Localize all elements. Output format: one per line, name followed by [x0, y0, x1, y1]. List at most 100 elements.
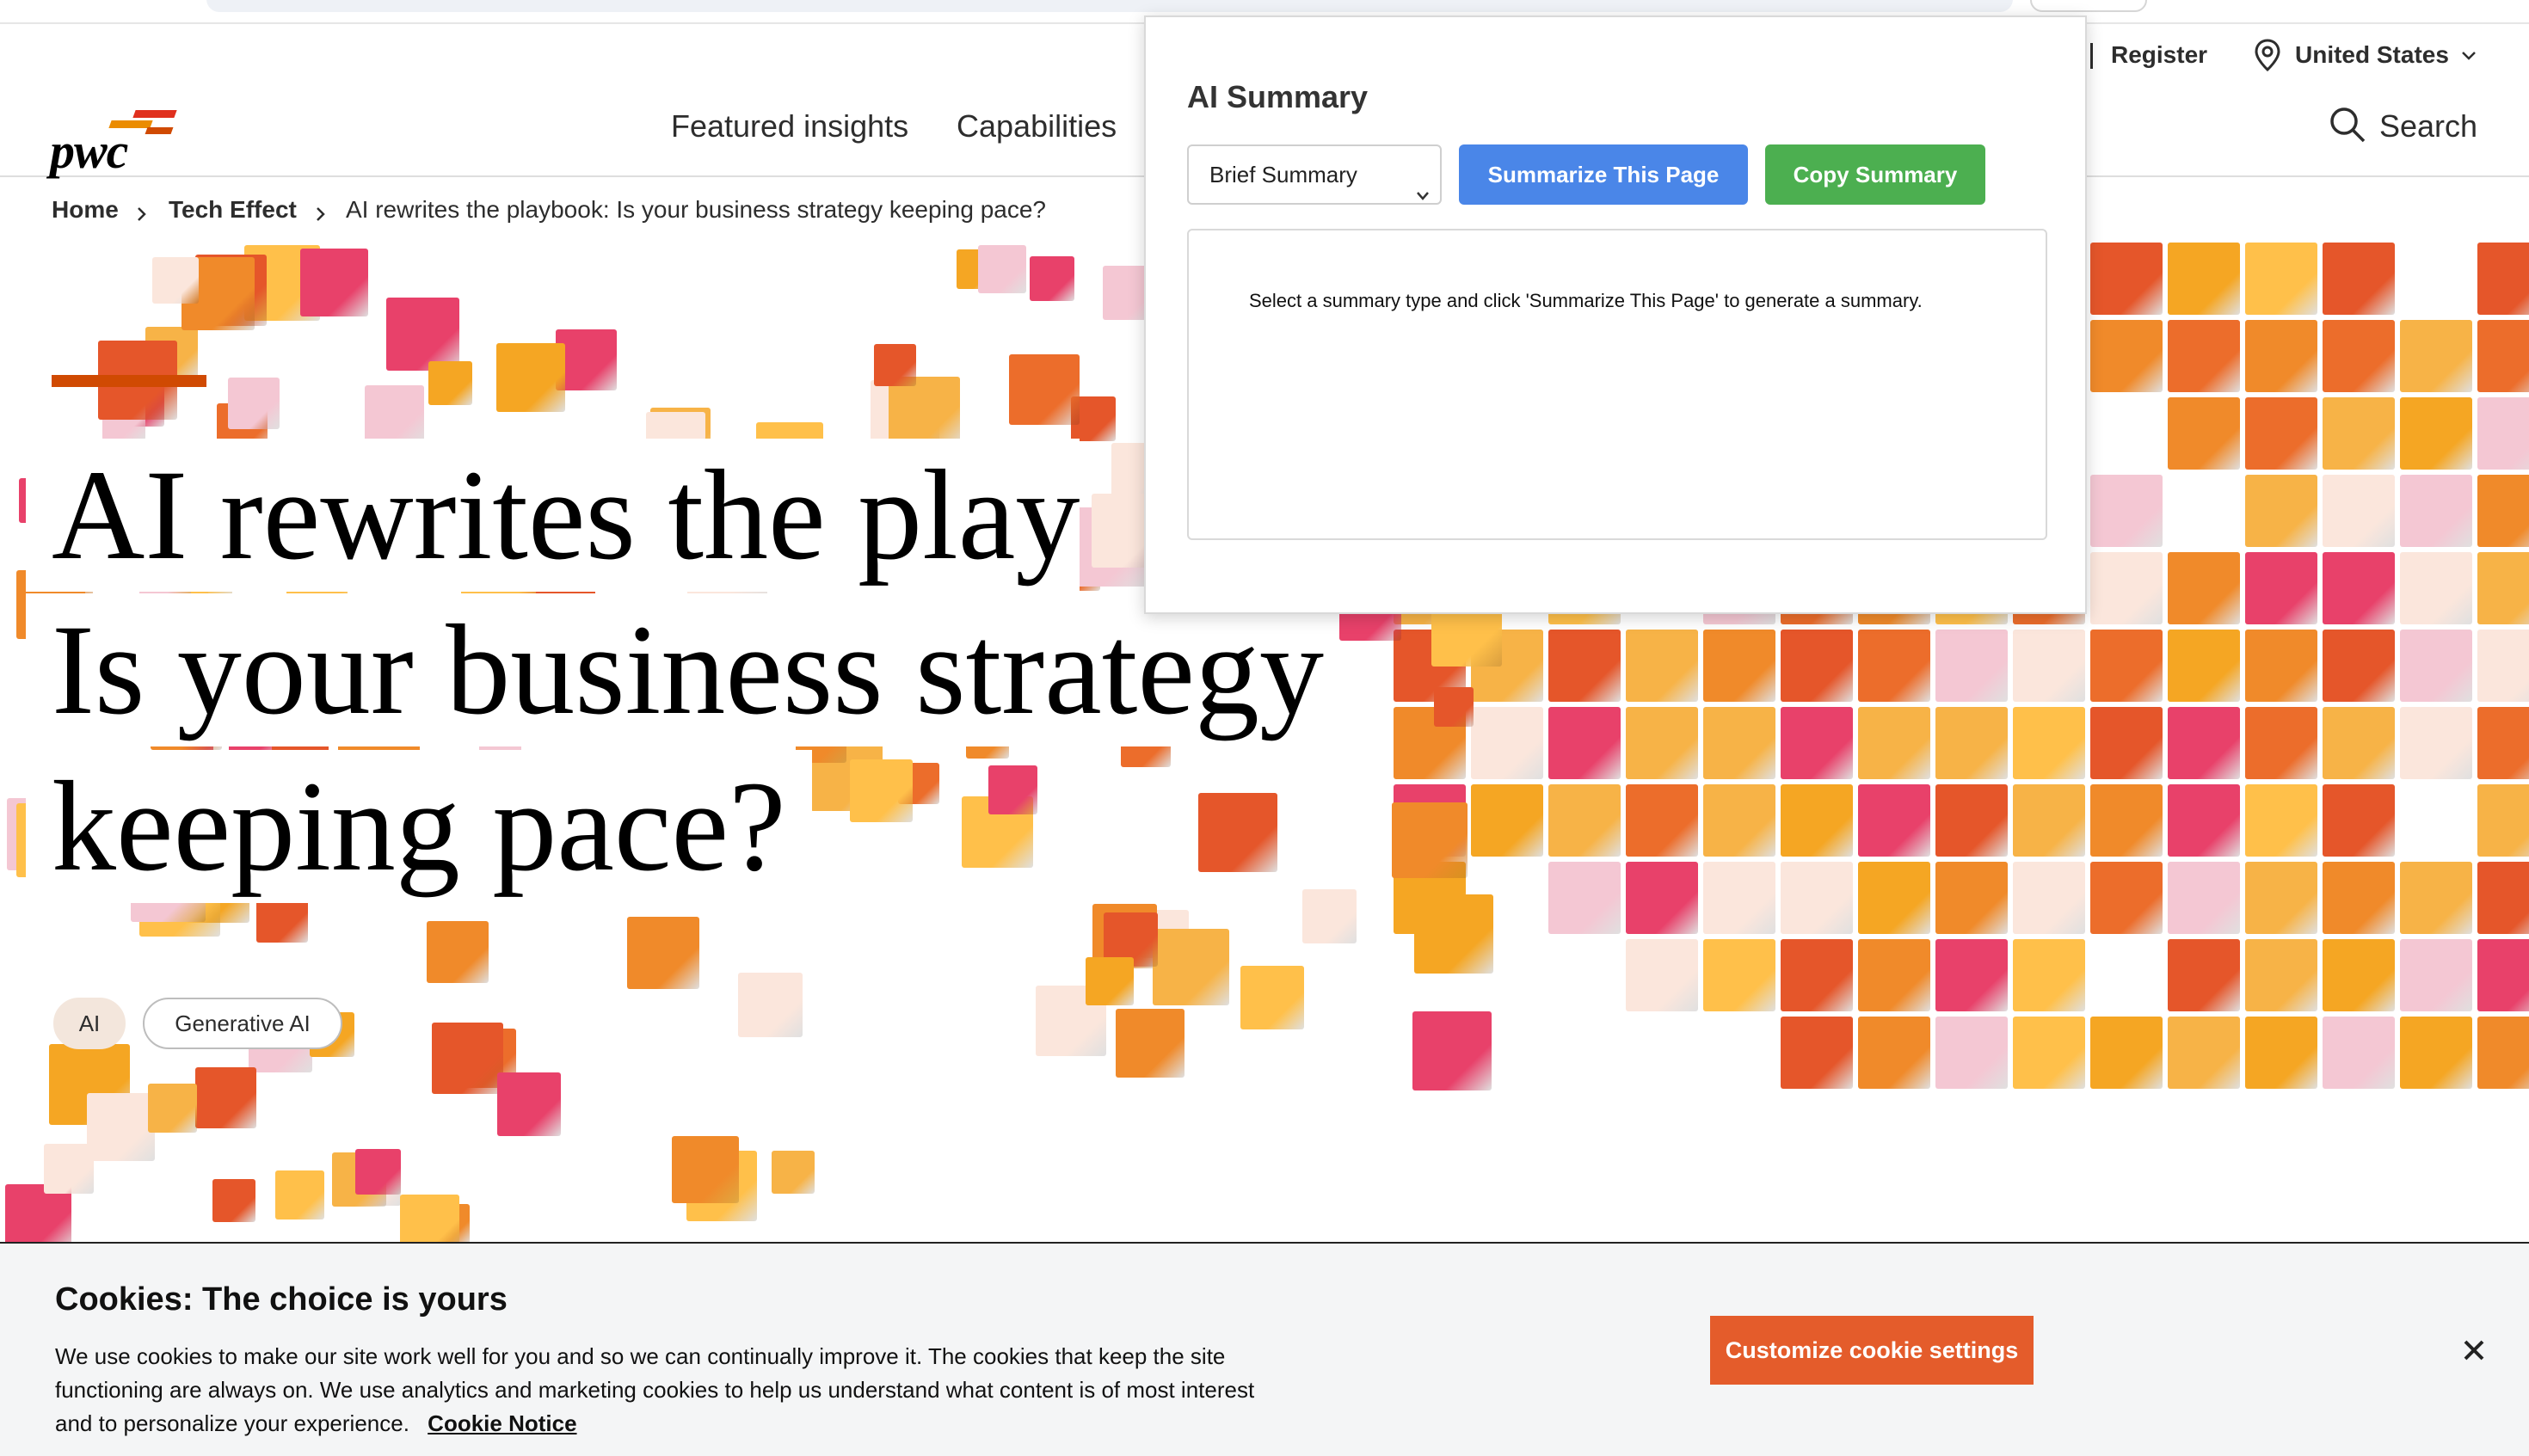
- decorative-cube: [978, 245, 1026, 293]
- decorative-cube: [2477, 1017, 2529, 1089]
- decorative-cube: [2013, 862, 2085, 934]
- decorative-cube: [1703, 862, 1775, 934]
- decorative-cube: [2168, 707, 2240, 779]
- decorative-cube: [2245, 552, 2317, 624]
- decorative-cube: [1781, 1017, 1853, 1089]
- decorative-cube: [44, 1144, 94, 1194]
- decorative-cube: [2323, 784, 2395, 857]
- close-icon[interactable]: [2457, 1333, 2491, 1367]
- register-link[interactable]: Register: [2111, 41, 2207, 69]
- decorative-cube: [1240, 966, 1304, 1029]
- decorative-cube: [2477, 939, 2529, 1011]
- decorative-cube: [2168, 862, 2240, 934]
- decorative-cube: [2168, 397, 2240, 470]
- nav-featured-insights[interactable]: Featured insights: [671, 108, 908, 144]
- decorative-cube: [1548, 862, 1621, 934]
- decorative-cube: [2245, 397, 2317, 470]
- decorative-cube: [1935, 1017, 2008, 1089]
- decorative-cube: [2400, 1017, 2472, 1089]
- decorative-cube: [2323, 630, 2395, 702]
- decorative-cube: [2323, 397, 2395, 470]
- cookie-banner-text: We use cookies to make our site work wel…: [55, 1340, 1277, 1441]
- decorative-cube: [1858, 939, 1930, 1011]
- decorative-cube: [850, 759, 913, 822]
- summary-type-value: Brief Summary: [1209, 162, 1357, 187]
- decorative-cube: [300, 249, 368, 316]
- decorative-cube: [1703, 784, 1775, 857]
- decorative-cube: [1626, 630, 1698, 702]
- browser-extension-button[interactable]: [2030, 0, 2147, 12]
- chevron-down-icon: [2460, 50, 2477, 62]
- decorative-cube: [496, 343, 565, 412]
- decorative-cube: [2090, 1017, 2163, 1089]
- decorative-cube: [1471, 784, 1543, 857]
- decorative-cube: [2477, 397, 2529, 470]
- decorative-cube: [2477, 707, 2529, 779]
- decorative-cube: [2245, 320, 2317, 392]
- decorative-cube: [2400, 862, 2472, 934]
- cookie-banner-body: We use cookies to make our site work wel…: [55, 1343, 1255, 1436]
- nav-capabilities[interactable]: Capabilities: [957, 108, 1117, 144]
- decorative-cube: [1935, 784, 2008, 857]
- decorative-cube: [2090, 243, 2163, 315]
- decorative-cube: [2477, 320, 2529, 392]
- summarize-page-button[interactable]: Summarize This Page: [1459, 144, 1748, 205]
- decorative-cube: [1414, 894, 1493, 974]
- decorative-cube: [738, 973, 803, 1037]
- decorative-cube: [1858, 862, 1930, 934]
- decorative-cube: [2013, 630, 2085, 702]
- decorative-cube: [2013, 707, 2085, 779]
- decorative-cube: [1935, 862, 2008, 934]
- decorative-cube: [275, 1170, 324, 1219]
- tag-ai[interactable]: AI: [53, 998, 126, 1049]
- decorative-cube: [2477, 784, 2529, 857]
- chevron-right-icon: [315, 201, 327, 221]
- decorative-cube: [1548, 707, 1621, 779]
- decorative-cube: [1781, 630, 1853, 702]
- ai-summary-title: AI Summary: [1187, 79, 1369, 114]
- decorative-cube: [2245, 1017, 2317, 1089]
- region-selector[interactable]: United States: [2295, 41, 2449, 69]
- decorative-cube: [1302, 889, 1357, 943]
- decorative-cube: [428, 361, 472, 405]
- browser-address-bar[interactable]: [206, 0, 2013, 12]
- decorative-cube: [2400, 320, 2472, 392]
- decorative-cube: [432, 1023, 503, 1094]
- location-pin-icon: [2252, 38, 2283, 72]
- copy-summary-button[interactable]: Copy Summary: [1765, 144, 1985, 205]
- tag-generative-ai[interactable]: Generative AI: [143, 998, 342, 1049]
- pwc-logo[interactable]: pwc: [50, 86, 179, 181]
- decorative-cube: [1116, 1009, 1185, 1078]
- decorative-cube: [1412, 1011, 1492, 1090]
- decorative-cube: [2245, 707, 2317, 779]
- logo-mark: [132, 110, 177, 118]
- decorative-cube: [1858, 630, 1930, 702]
- logo-mark: [145, 127, 174, 134]
- customize-cookie-settings-button[interactable]: Customize cookie settings: [1710, 1316, 2034, 1385]
- decorative-cube: [152, 257, 199, 304]
- summary-type-select[interactable]: Brief Summary: [1187, 144, 1442, 205]
- decorative-cube: [1626, 862, 1698, 934]
- decorative-cube: [2323, 320, 2395, 392]
- decorative-cube: [2168, 552, 2240, 624]
- cookie-banner: Cookies: The choice is yours We use cook…: [0, 1242, 2529, 1456]
- decorative-cube: [87, 1093, 155, 1161]
- breadcrumb-tech-effect[interactable]: Tech Effect: [169, 196, 297, 224]
- chevron-down-icon: [1414, 167, 1431, 200]
- decorative-cube: [1030, 256, 1074, 301]
- decorative-cube: [672, 1136, 739, 1203]
- decorative-cube: [427, 921, 489, 983]
- decorative-cube: [1935, 707, 2008, 779]
- decorative-cube: [1858, 707, 1930, 779]
- search-icon: [2328, 105, 2367, 144]
- breadcrumb-current: AI rewrites the playbook: Is your busine…: [346, 196, 1046, 223]
- decorative-cube: [2400, 939, 2472, 1011]
- decorative-cube: [148, 1084, 197, 1133]
- breadcrumb-home[interactable]: Home: [52, 196, 119, 224]
- accent-bar: [52, 375, 206, 387]
- decorative-cube: [2013, 1017, 2085, 1089]
- decorative-cube: [1626, 784, 1698, 857]
- cookie-notice-link[interactable]: Cookie Notice: [428, 1410, 576, 1436]
- decorative-cube: [1781, 862, 1853, 934]
- decorative-cube: [355, 1149, 401, 1195]
